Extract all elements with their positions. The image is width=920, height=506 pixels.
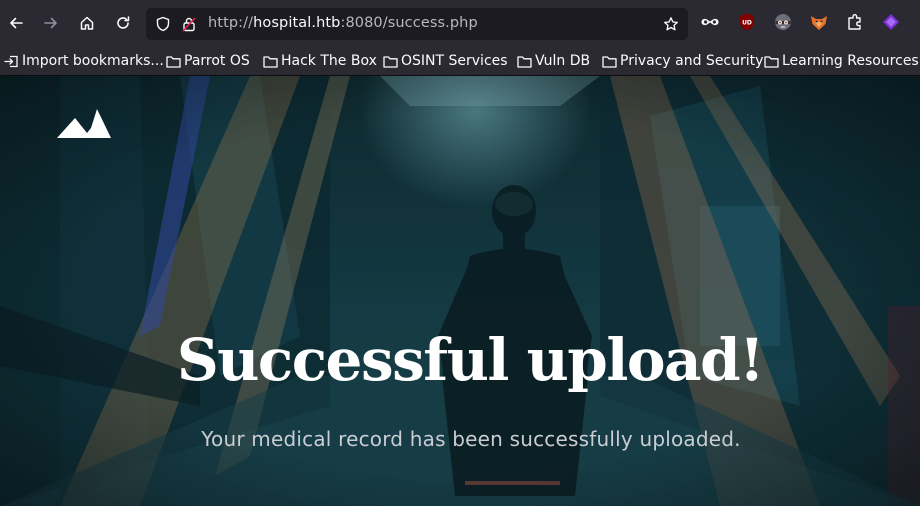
url-scheme: http:// xyxy=(208,15,254,31)
ublock-icon[interactable]: UD xyxy=(737,12,757,32)
bookmark-label: Learning Resources xyxy=(782,53,919,69)
home-button[interactable] xyxy=(73,9,101,37)
arrow-right-icon xyxy=(44,17,57,29)
bookmarks-toolbar: Import bookmarks... Parrot OS Hack The B… xyxy=(0,46,920,76)
bookmark-label: Import bookmarks... xyxy=(22,53,164,69)
purple-extension-icon[interactable] xyxy=(881,12,901,32)
bookmark-folder-hack-the-box[interactable]: Hack The Box xyxy=(263,51,377,71)
reload-icon xyxy=(117,16,130,29)
puzzle-icon[interactable] xyxy=(845,12,865,32)
mask-icon[interactable] xyxy=(700,12,720,32)
import-icon xyxy=(4,55,18,67)
bookmark-label: Vuln DB xyxy=(535,53,591,69)
folder-icon xyxy=(764,55,779,68)
forward-button[interactable] xyxy=(37,9,65,37)
foxyproxy-icon[interactable] xyxy=(809,12,829,32)
bookmark-label: Privacy and Security xyxy=(620,53,764,69)
svg-text:UD: UD xyxy=(742,20,752,27)
bookmark-folder-learning-resources[interactable]: Learning Resources xyxy=(764,51,919,71)
url-host: hospital.htb xyxy=(253,15,341,31)
address-bar[interactable]: http://hospital.htb:8080/success.php xyxy=(146,8,688,40)
bookmark-folder-vuln-db[interactable]: Vuln DB xyxy=(517,51,590,71)
folder-icon xyxy=(517,55,532,68)
mountain-logo-icon[interactable] xyxy=(57,109,113,141)
url-path: :8080/success.php xyxy=(340,15,478,31)
bookmark-folder-parrot-os[interactable]: Parrot OS xyxy=(166,51,250,71)
bookmark-folder-privacy-and-security[interactable]: Privacy and Security xyxy=(602,51,763,71)
url-text[interactable]: http://hospital.htb:8080/success.php xyxy=(208,15,478,31)
folder-icon xyxy=(602,55,617,68)
star-icon[interactable] xyxy=(663,16,679,32)
back-button[interactable] xyxy=(2,9,30,37)
arrow-left-icon xyxy=(10,17,23,29)
bookmark-folder-osint-services[interactable]: OSINT Services xyxy=(383,51,508,71)
home-icon xyxy=(80,16,94,30)
bookmark-label: Parrot OS xyxy=(184,53,250,69)
browser-toolbar: http://hospital.htb:8080/success.php UD xyxy=(0,0,920,46)
bookmark-label: OSINT Services xyxy=(401,53,508,69)
reload-button[interactable] xyxy=(109,9,137,37)
insecure-lock-icon[interactable] xyxy=(181,16,197,32)
folder-icon xyxy=(383,55,398,68)
folder-icon xyxy=(166,55,181,68)
bookmark-label: Hack The Box xyxy=(281,53,377,69)
page-subtitle: Your medical record has been successfull… xyxy=(201,427,741,451)
page-title: Successful upload! xyxy=(176,326,765,394)
page-viewport: Successful upload! Your medical record h… xyxy=(0,76,920,506)
bookmark-import[interactable]: Import bookmarks... xyxy=(4,51,164,71)
folder-icon xyxy=(263,55,278,68)
privacy-badger-icon[interactable] xyxy=(773,12,793,32)
tracking-shield-icon[interactable] xyxy=(155,16,171,32)
